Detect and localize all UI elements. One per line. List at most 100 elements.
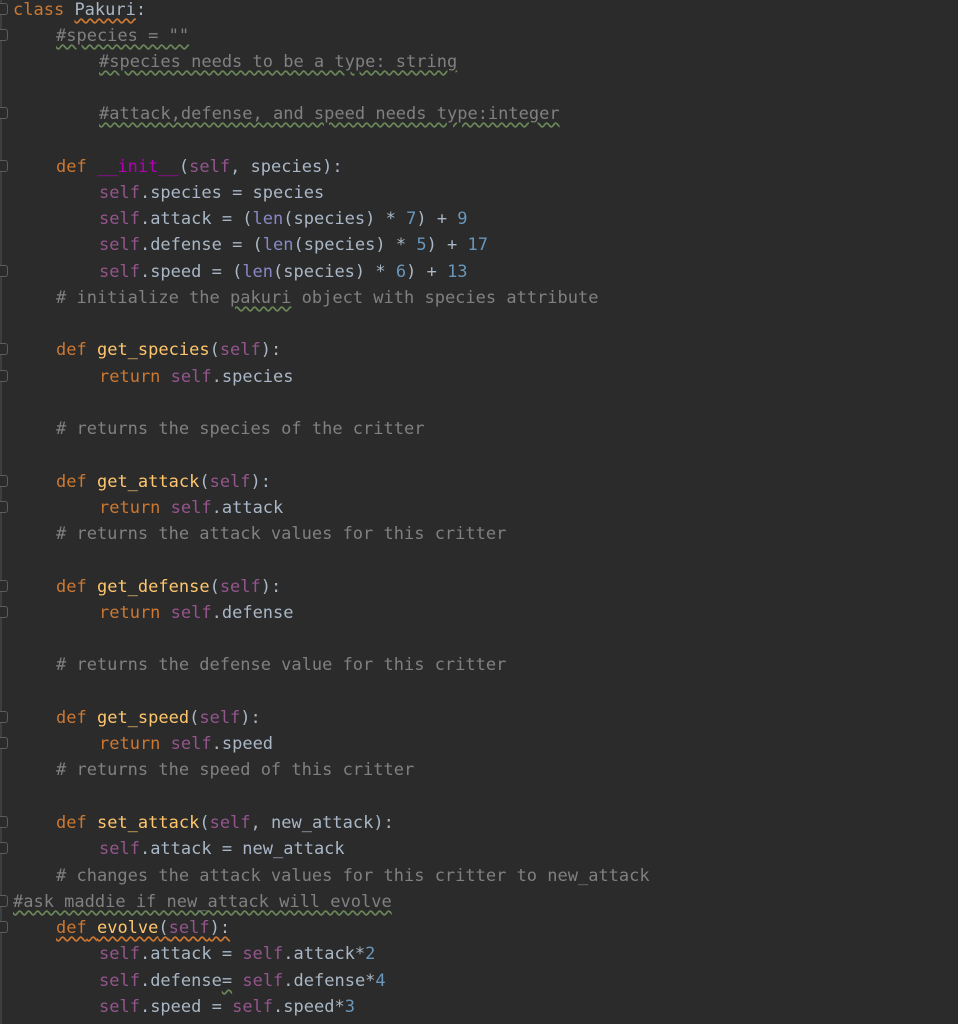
code-line[interactable]: def get_attack(self): (56, 469, 958, 495)
code-line[interactable]: return self.speed (99, 731, 958, 757)
comment-line[interactable]: #species needs to be a type: string (99, 49, 958, 75)
function-name: set_attack (96, 813, 200, 833)
comment-line[interactable]: #attack,defense, and speed needs type:in… (99, 101, 958, 127)
punctuation: ( (209, 577, 220, 597)
fold-marker-icon[interactable] (0, 895, 8, 907)
code-text: .attack (211, 498, 284, 518)
fold-marker-icon[interactable] (0, 107, 8, 119)
code-text: .attack* (283, 944, 366, 964)
builtin: len (252, 209, 284, 229)
keyword: def (56, 157, 87, 177)
comment-line[interactable]: #ask maddie if new_attack will evolve (13, 889, 958, 915)
code-line[interactable]: def get_species(self): (56, 337, 958, 363)
code-text: .defense* (283, 971, 376, 991)
code-line[interactable]: def evolve(self): (56, 915, 958, 941)
keyword: def (56, 813, 87, 833)
keyword: def (56, 708, 87, 728)
code-line[interactable]: def get_defense(self): (56, 574, 958, 600)
fold-marker-icon[interactable] (0, 3, 8, 15)
fold-marker-icon[interactable] (0, 160, 8, 172)
code-text: .speed = (139, 997, 233, 1017)
self-keyword: self (170, 734, 212, 754)
code-text: .defense = ( (139, 235, 263, 255)
self-keyword: self (242, 971, 284, 991)
function-name: get_attack (96, 472, 200, 492)
fold-marker-icon[interactable] (0, 842, 8, 854)
code-line[interactable]: self.attack = (len(species) * 7) + 9 (99, 206, 958, 232)
code-text: (species) * (293, 235, 417, 255)
fold-marker-icon[interactable] (0, 816, 8, 828)
self-keyword: self (189, 157, 231, 177)
comment-line[interactable]: # returns the species of the critter (56, 416, 958, 442)
code-text: , new_attack): (250, 813, 394, 833)
fold-marker-icon[interactable] (0, 475, 8, 487)
self-keyword: self (242, 944, 284, 964)
code-line[interactable]: def __init__(self, species): (56, 154, 958, 180)
keyword: def (56, 577, 87, 597)
punctuation: ): (250, 472, 272, 492)
fold-marker-icon[interactable] (0, 921, 8, 933)
keyword: return (99, 498, 161, 518)
comment: pakuri (230, 288, 292, 308)
keyword: return (99, 367, 161, 387)
punctuation: ( (199, 813, 210, 833)
code-line[interactable]: self.defense = (len(species) * 5) + 17 (99, 232, 958, 258)
code-text: (species) * (273, 262, 396, 282)
code-line[interactable]: class Pakuri: (13, 0, 958, 23)
fold-marker-icon[interactable] (0, 606, 8, 618)
code-line[interactable]: self.attack = new_attack (99, 836, 958, 862)
builtin: len (242, 262, 274, 282)
builtin: len (262, 235, 294, 255)
comment: object with species attribute (291, 288, 599, 308)
code-line[interactable]: def get_speed(self): (56, 705, 958, 731)
fold-marker-icon[interactable] (0, 265, 8, 277)
self-keyword: self (170, 367, 212, 387)
fold-marker-icon[interactable] (0, 29, 8, 41)
code-line[interactable]: return self.attack (99, 495, 958, 521)
code-line[interactable]: self.defense= self.defense*4 (99, 968, 958, 994)
self-keyword: self (99, 235, 140, 255)
self-keyword: self (99, 209, 140, 229)
fold-marker-icon[interactable] (0, 737, 8, 749)
comment: #attack,defense, and speed needs type:in… (99, 104, 560, 124)
number: 7 (406, 209, 417, 229)
code-text: .speed = ( (139, 262, 243, 282)
code-line[interactable]: def set_attack(self, new_attack): (56, 810, 958, 836)
comment-line[interactable]: # returns the speed of this critter (56, 757, 958, 783)
self-keyword: self (99, 944, 140, 964)
function-name: __init__ (96, 157, 179, 177)
code-line[interactable]: self.speed = (len(species) * 6) + 13 (99, 259, 958, 285)
comment-line[interactable]: # returns the attack values for this cri… (56, 521, 958, 547)
code-text: .attack = (139, 944, 243, 964)
code-line[interactable]: return self.species (99, 364, 958, 390)
fold-marker-icon[interactable] (0, 343, 8, 355)
function-name: evolve (96, 918, 159, 938)
code-line[interactable]: return self.defense (99, 600, 958, 626)
fold-marker-icon[interactable] (0, 711, 8, 723)
keyword: class (13, 0, 65, 20)
comment-line[interactable]: # returns the defense value for this cri… (56, 652, 958, 678)
code-editor[interactable]: class Pakuri: #species = "" #species nee… (0, 0, 958, 1024)
comment-line[interactable]: # initialize the pakuri object with spec… (56, 285, 958, 311)
fold-marker-icon[interactable] (0, 501, 8, 513)
comment: #species = "" (56, 26, 190, 46)
code-line[interactable]: self.speed = self.speed*3 (99, 994, 958, 1020)
fold-marker-icon[interactable] (0, 580, 8, 592)
code-line[interactable]: self.attack = self.attack*2 (99, 941, 958, 967)
number: 3 (344, 997, 355, 1017)
punctuation: ( (199, 472, 210, 492)
comment: #species needs to be a type: string (99, 52, 458, 72)
keyword: def (56, 918, 87, 938)
keyword: def (56, 472, 87, 492)
code-line[interactable]: self.species = species (99, 180, 958, 206)
function-name: get_species (96, 340, 210, 360)
code-text: .attack = new_attack (139, 839, 345, 859)
code-text: .species = species (139, 183, 325, 203)
comment-line[interactable]: #species = "" (56, 23, 958, 49)
fold-marker-icon[interactable] (0, 370, 8, 382)
self-keyword: self (170, 498, 212, 518)
comment: # returns the speed of this critter (56, 760, 415, 780)
comment-line[interactable]: # changes the attack values for this cri… (56, 863, 958, 889)
code-text: .species (211, 367, 294, 387)
